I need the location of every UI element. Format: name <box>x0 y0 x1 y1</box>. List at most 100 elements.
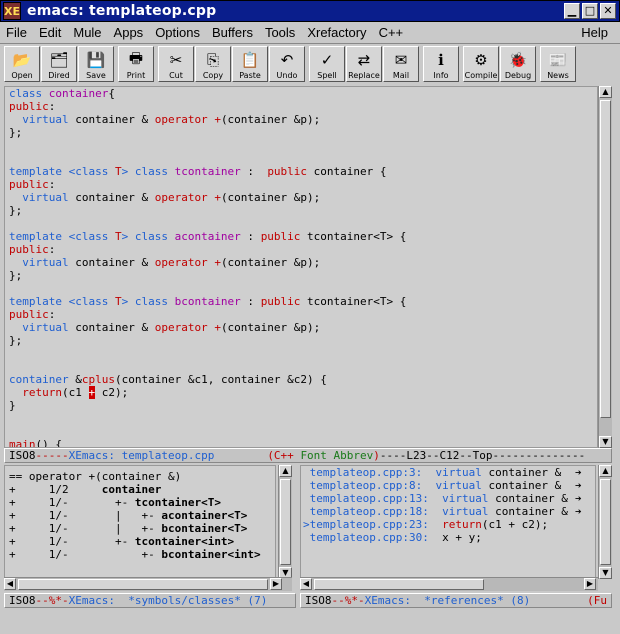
code-area[interactable]: class container{public: virtual containe… <box>5 87 597 447</box>
reference-item[interactable]: templateop.cpp:13: virtual container & ➔ <box>303 492 595 505</box>
menu-xrefactory[interactable]: Xrefactory <box>301 25 372 40</box>
code-line[interactable]: }; <box>5 334 597 347</box>
code-line[interactable]: public: <box>5 308 597 321</box>
toolbar-save-button[interactable]: 💾 Save <box>78 46 114 82</box>
minimize-button[interactable]: ▁ <box>564 3 580 19</box>
refs-scroll-left-icon[interactable]: ◀ <box>300 578 312 590</box>
menu-file[interactable]: File <box>0 25 33 40</box>
maximize-button[interactable]: □ <box>582 3 598 19</box>
symbols-horizontal-scrollbar[interactable]: ◀ ▶ <box>4 577 292 591</box>
refs-scroll-up-icon[interactable]: ▲ <box>599 465 612 477</box>
reference-item[interactable]: >templateop.cpp:23: return(c1 + c2); <box>303 518 595 531</box>
symbols-scroll-up-icon[interactable]: ▲ <box>279 465 292 477</box>
symbol-tree-item[interactable]: + 1/- | +- bcontainer<T> <box>9 522 275 535</box>
main-modeline[interactable]: ISO8-----XEmacs: templateop.cpp (C++ Fon… <box>4 448 612 463</box>
code-editor[interactable]: class container{public: virtual containe… <box>4 86 598 448</box>
references-list[interactable]: templateop.cpp:3: virtual container & ➔ … <box>301 466 595 544</box>
references-vertical-scrollbar[interactable]: ▲ ▼ <box>598 465 612 579</box>
references-horizontal-scrollbar[interactable]: ◀ ▶ <box>300 577 598 591</box>
symbols-list[interactable]: == operator +(container &) + 1/2 containe… <box>5 466 275 561</box>
menu-buffers[interactable]: Buffers <box>206 25 259 40</box>
menu-mule[interactable]: Mule <box>67 25 107 40</box>
code-line[interactable]: template <class T> class acontainer : pu… <box>5 230 597 243</box>
reference-item[interactable]: templateop.cpp:8: virtual container & ➔ <box>303 479 595 492</box>
toolbar-dired-button[interactable]: 🗂 Dired <box>41 46 77 82</box>
symbol-tree-item[interactable]: + 1/- +- tcontainer<T> <box>9 496 275 509</box>
symbol-tree-item[interactable]: == operator +(container &) <box>9 470 275 483</box>
symbols-scroll-thumb[interactable] <box>280 479 291 565</box>
code-line[interactable] <box>5 152 597 165</box>
xemacs-app-icon[interactable]: XE <box>3 2 21 20</box>
toolbar-cut-button[interactable]: ✂ Cut <box>158 46 194 82</box>
code-line[interactable]: }; <box>5 269 597 282</box>
scroll-up-arrow-icon[interactable]: ▲ <box>599 86 612 98</box>
code-line[interactable]: public: <box>5 178 597 191</box>
code-line[interactable]: template <class T> class tcontainer : pu… <box>5 165 597 178</box>
symbol-tree-item[interactable]: + 1/2 container <box>9 483 275 496</box>
menu-help[interactable]: Help <box>575 25 614 40</box>
reference-item[interactable]: templateop.cpp:30: x + y; <box>303 531 595 544</box>
refs-scroll-down-icon[interactable]: ▼ <box>599 567 612 579</box>
symbols-vertical-scrollbar[interactable]: ▲ ▼ <box>278 465 292 579</box>
code-line[interactable]: container &cplus(container &c1, containe… <box>5 373 597 386</box>
toolbar-debug-button[interactable]: 🐞 Debug <box>500 46 536 82</box>
refs-scroll-right-icon[interactable]: ▶ <box>584 578 596 590</box>
symbols-scroll-left-icon[interactable]: ◀ <box>4 578 16 590</box>
toolbar-open-button[interactable]: 📂 Open <box>4 46 40 82</box>
toolbar-info-button[interactable]: ℹ Info <box>423 46 459 82</box>
code-line[interactable]: class container{ <box>5 87 597 100</box>
code-line[interactable]: }; <box>5 204 597 217</box>
refs-hscroll-thumb[interactable] <box>314 579 484 590</box>
close-button[interactable]: ✕ <box>600 3 616 19</box>
symbols-hscroll-thumb[interactable] <box>18 579 268 590</box>
code-line[interactable]: }; <box>5 126 597 139</box>
references-pane[interactable]: templateop.cpp:3: virtual container & ➔ … <box>300 465 596 591</box>
symbols-modeline[interactable]: ISO8--%*-XEmacs: *symbols/classes* (7) <box>4 593 296 608</box>
mail-icon: ✉ <box>394 51 408 69</box>
code-line[interactable]: template <class T> class bcontainer : pu… <box>5 295 597 308</box>
symbol-tree-item[interactable]: + 1/- | +- acontainer<T> <box>9 509 275 522</box>
menu-tools[interactable]: Tools <box>259 25 301 40</box>
code-line[interactable]: virtual container & operator +(container… <box>5 256 597 269</box>
menu-cpp[interactable]: C++ <box>373 25 410 40</box>
toolbar-print-button[interactable]: 🖶 Print <box>118 46 154 82</box>
menu-edit[interactable]: Edit <box>33 25 67 40</box>
scroll-down-arrow-icon[interactable]: ▼ <box>599 436 612 448</box>
code-line[interactable]: return(c1 + c2); <box>5 386 597 399</box>
symbols-scroll-right-icon[interactable]: ▶ <box>270 578 282 590</box>
symbol-tree-item[interactable]: + 1/- +- bcontainer<int> <box>9 548 275 561</box>
refs-scroll-thumb[interactable] <box>600 479 611 565</box>
symbol-tree-item[interactable]: + 1/- +- tcontainer<int> <box>9 535 275 548</box>
reference-item[interactable]: templateop.cpp:18: virtual container & ➔ <box>303 505 595 518</box>
code-line[interactable] <box>5 217 597 230</box>
toolbar-compile-button[interactable]: ⚙ Compile <box>463 46 499 82</box>
symbols-classes-pane[interactable]: == operator +(container &) + 1/2 containe… <box>4 465 276 591</box>
scrollbar-thumb[interactable] <box>600 100 611 418</box>
toolbar-mail-button[interactable]: ✉ Mail <box>383 46 419 82</box>
menu-apps[interactable]: Apps <box>108 25 150 40</box>
code-line[interactable]: main() { <box>5 438 597 447</box>
editor-vertical-scrollbar[interactable]: ▲ ▼ <box>598 86 612 448</box>
code-token: c2); <box>95 386 129 399</box>
toolbar-spell-button[interactable]: ✓ Spell <box>309 46 345 82</box>
code-line[interactable]: virtual container & operator +(container… <box>5 113 597 126</box>
code-line[interactable] <box>5 412 597 425</box>
menu-options[interactable]: Options <box>149 25 206 40</box>
code-line[interactable]: public: <box>5 243 597 256</box>
toolbar-replace-button[interactable]: ⇄ Replace <box>346 46 382 82</box>
code-line[interactable] <box>5 282 597 295</box>
code-line[interactable] <box>5 347 597 360</box>
toolbar-undo-button[interactable]: ↶ Undo <box>269 46 305 82</box>
code-line[interactable] <box>5 139 597 152</box>
toolbar-paste-button[interactable]: 📋 Paste <box>232 46 268 82</box>
code-line[interactable]: virtual container & operator +(container… <box>5 321 597 334</box>
references-modeline[interactable]: ISO8--%*-XEmacs: *references* (8) (Fu <box>300 593 612 608</box>
toolbar-news-button[interactable]: 📰 News <box>540 46 576 82</box>
reference-item[interactable]: templateop.cpp:3: virtual container & ➔ <box>303 466 595 479</box>
code-line[interactable] <box>5 360 597 373</box>
code-line[interactable]: public: <box>5 100 597 113</box>
toolbar-copy-button[interactable]: ⎘ Copy <box>195 46 231 82</box>
code-line[interactable]: virtual container & operator +(container… <box>5 191 597 204</box>
code-line[interactable] <box>5 425 597 438</box>
code-line[interactable]: } <box>5 399 597 412</box>
